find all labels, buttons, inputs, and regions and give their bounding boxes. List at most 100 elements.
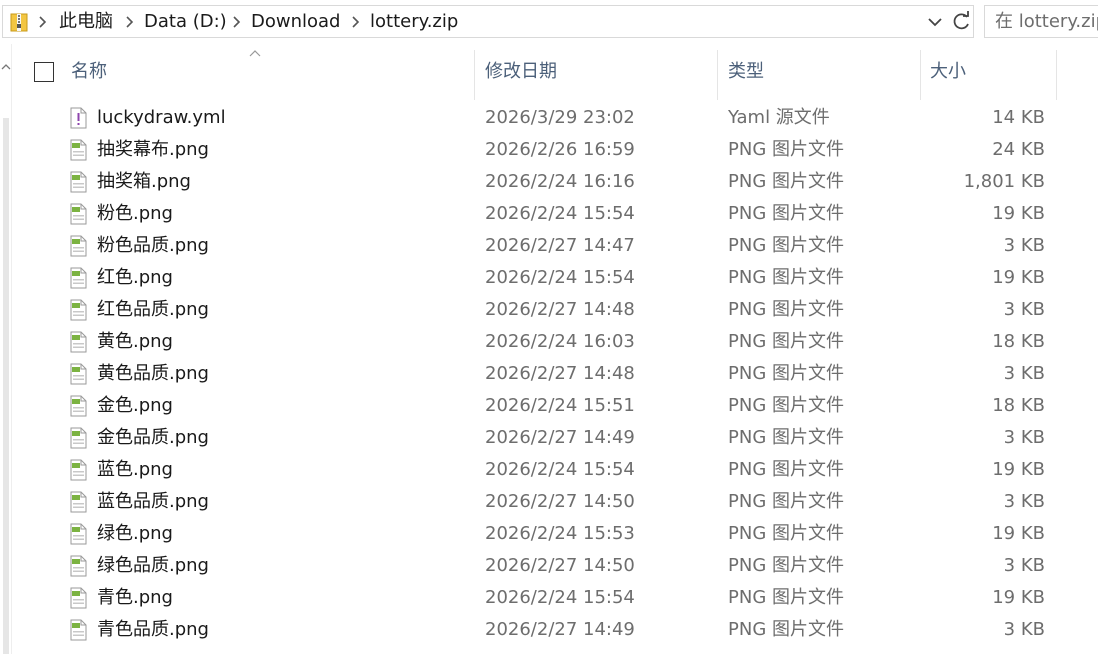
file-row[interactable]: 蓝色.png 2026/2/24 15:54 PNG 图片文件 19 KB (14, 454, 1098, 486)
png-file-icon (68, 619, 88, 641)
column-divider[interactable] (474, 50, 475, 100)
file-type: PNG 图片文件 (728, 267, 844, 288)
file-row[interactable]: 蓝色品质.png 2026/2/27 14:50 PNG 图片文件 3 KB (14, 486, 1098, 518)
png-file-icon (68, 363, 88, 385)
png-file-icon (68, 267, 88, 289)
file-name[interactable]: luckydraw.yml (97, 102, 226, 134)
file-row[interactable]: 粉色品质.png 2026/2/27 14:47 PNG 图片文件 3 KB (14, 230, 1098, 262)
file-row[interactable]: 金色品质.png 2026/2/27 14:49 PNG 图片文件 3 KB (14, 422, 1098, 454)
file-modified-date: 2026/2/27 14:48 (485, 299, 635, 320)
file-type: PNG 图片文件 (728, 235, 844, 256)
sort-ascending-icon (249, 50, 261, 57)
file-name[interactable]: 黄色品质.png (97, 358, 209, 390)
file-name[interactable]: 抽奖箱.png (97, 166, 191, 198)
png-file-icon (68, 139, 88, 161)
file-name[interactable]: 抽奖幕布.png (97, 134, 209, 166)
file-modified-date: 2026/2/27 14:48 (485, 363, 635, 384)
file-type: PNG 图片文件 (728, 139, 844, 160)
file-modified-date: 2026/2/27 14:50 (485, 491, 635, 512)
png-file-icon (68, 491, 88, 513)
file-row[interactable]: 黄色.png 2026/2/24 16:03 PNG 图片文件 18 KB (14, 326, 1098, 358)
file-name[interactable]: 粉色品质.png (97, 230, 209, 262)
file-size: 19 KB (992, 267, 1045, 288)
chevron-up-icon[interactable] (1, 62, 11, 72)
file-size: 3 KB (1003, 299, 1045, 320)
file-modified-date: 2026/2/27 14:50 (485, 555, 635, 576)
breadcrumb-lottery-zip[interactable]: lottery.zip (370, 6, 458, 37)
chevron-right-icon (39, 16, 47, 28)
file-row[interactable]: luckydraw.yml 2026/3/29 23:02 Yaml 源文件 1… (14, 102, 1098, 134)
file-row[interactable]: 红色品质.png 2026/2/27 14:48 PNG 图片文件 3 KB (14, 294, 1098, 326)
column-divider[interactable] (1056, 50, 1057, 100)
file-type: PNG 图片文件 (728, 203, 844, 224)
png-file-icon (68, 587, 88, 609)
png-file-icon (68, 331, 88, 353)
file-name[interactable]: 金色品质.png (97, 422, 209, 454)
column-header-size[interactable]: 大小 (930, 44, 966, 100)
png-file-icon (68, 203, 88, 225)
file-modified-date: 2026/2/24 15:54 (485, 587, 635, 608)
search-input[interactable]: 在 lottery.zip 中搜索 (984, 5, 1098, 38)
file-name[interactable]: 黄色.png (97, 326, 173, 358)
file-size: 3 KB (1003, 491, 1045, 512)
file-size: 1,801 KB (963, 171, 1045, 192)
column-divider[interactable] (920, 50, 921, 100)
chevron-right-icon (126, 16, 134, 28)
file-name[interactable]: 绿色品质.png (97, 550, 209, 582)
file-row[interactable]: 抽奖箱.png 2026/2/24 16:16 PNG 图片文件 1,801 K… (14, 166, 1098, 198)
file-modified-date: 2026/2/24 16:16 (485, 171, 635, 192)
file-size: 3 KB (1003, 555, 1045, 576)
file-modified-date: 2026/2/26 16:59 (485, 139, 635, 160)
file-row[interactable]: 抽奖幕布.png 2026/2/26 16:59 PNG 图片文件 24 KB (14, 134, 1098, 166)
file-name[interactable]: 红色品质.png (97, 294, 209, 326)
file-size: 24 KB (992, 139, 1045, 160)
file-type: PNG 图片文件 (728, 619, 844, 640)
file-name[interactable]: 蓝色品质.png (97, 486, 209, 518)
file-name[interactable]: 粉色.png (97, 198, 173, 230)
column-header-type[interactable]: 类型 (728, 44, 764, 100)
chevron-down-icon[interactable] (925, 12, 945, 32)
breadcrumb-this-pc[interactable]: 此电脑 (59, 6, 113, 37)
column-header-name[interactable]: 名称 (71, 44, 107, 100)
file-row[interactable]: 青色品质.png 2026/2/27 14:49 PNG 图片文件 3 KB (14, 614, 1098, 646)
file-name[interactable]: 蓝色.png (97, 454, 173, 486)
file-row[interactable]: 粉色.png 2026/2/24 15:54 PNG 图片文件 19 KB (14, 198, 1098, 230)
file-type: PNG 图片文件 (728, 555, 844, 576)
column-divider[interactable] (717, 50, 718, 100)
png-file-icon (68, 555, 88, 577)
file-name[interactable]: 金色.png (97, 390, 173, 422)
file-modified-date: 2026/2/24 15:54 (485, 267, 635, 288)
png-file-icon (68, 235, 88, 257)
file-name[interactable]: 红色.png (97, 262, 173, 294)
file-row[interactable]: 黄色品质.png 2026/2/27 14:48 PNG 图片文件 3 KB (14, 358, 1098, 390)
file-row[interactable]: 绿色品质.png 2026/2/27 14:50 PNG 图片文件 3 KB (14, 550, 1098, 582)
chevron-right-icon (233, 16, 241, 28)
file-row[interactable]: 绿色.png 2026/2/24 15:53 PNG 图片文件 19 KB (14, 518, 1098, 550)
file-modified-date: 2026/2/24 15:51 (485, 395, 635, 416)
file-type: PNG 图片文件 (728, 491, 844, 512)
search-placeholder: 在 lottery.zip 中搜索 (995, 11, 1098, 32)
file-name[interactable]: 绿色.png (97, 518, 173, 550)
file-type: PNG 图片文件 (728, 299, 844, 320)
select-all-checkbox[interactable] (34, 62, 54, 82)
file-size: 19 KB (992, 587, 1045, 608)
file-row[interactable]: 红色.png 2026/2/24 15:54 PNG 图片文件 19 KB (14, 262, 1098, 294)
file-type: PNG 图片文件 (728, 459, 844, 480)
file-name[interactable]: 青色品质.png (97, 614, 209, 646)
file-row[interactable]: 金色.png 2026/2/24 15:51 PNG 图片文件 18 KB (14, 390, 1098, 422)
file-name[interactable]: 青色.png (97, 582, 173, 614)
file-type: PNG 图片文件 (728, 587, 844, 608)
file-modified-date: 2026/2/27 14:49 (485, 619, 635, 640)
breadcrumb-download[interactable]: Download (251, 6, 340, 37)
refresh-icon[interactable] (947, 6, 975, 37)
file-modified-date: 2026/2/27 14:47 (485, 235, 635, 256)
file-type: PNG 图片文件 (728, 523, 844, 544)
file-type: PNG 图片文件 (728, 171, 844, 192)
address-bar[interactable]: 此电脑 Data (D:) Download lottery.zip (2, 5, 974, 38)
column-header-date[interactable]: 修改日期 (485, 44, 557, 100)
file-modified-date: 2026/2/24 15:53 (485, 523, 635, 544)
breadcrumb-drive[interactable]: Data (D:) (144, 6, 227, 37)
scrollbar-thumb[interactable] (3, 118, 9, 654)
png-file-icon (68, 427, 88, 449)
file-row[interactable]: 青色.png 2026/2/24 15:54 PNG 图片文件 19 KB (14, 582, 1098, 614)
